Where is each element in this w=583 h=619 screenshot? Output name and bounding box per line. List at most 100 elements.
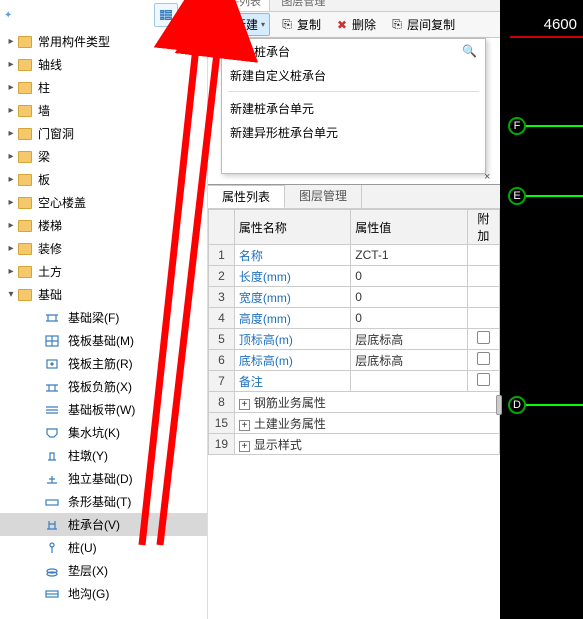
property-group-row[interactable]: 8+钢筋业务属性 (209, 392, 500, 413)
folder-icon (18, 105, 32, 117)
tab-properties[interactable]: 属性列表 (208, 185, 285, 208)
expand-icon[interactable]: ▸ (6, 128, 16, 139)
prop-value[interactable]: ZCT-1 (351, 245, 467, 266)
expand-icon[interactable]: ▸ (6, 36, 16, 47)
prop-group-name[interactable]: +土建业务属性 (234, 413, 499, 434)
row-number: 6 (209, 350, 235, 371)
copy-button[interactable]: ⎘ 复制 (276, 14, 325, 35)
list-view-button[interactable] (154, 3, 178, 27)
prop-value[interactable]: 0 (351, 266, 467, 287)
tab-layer-mgmt[interactable]: 图层管理 (273, 0, 333, 12)
grid-node-d[interactable]: D (508, 396, 526, 414)
expand-icon[interactable]: + (239, 420, 250, 431)
property-row[interactable]: 3宽度(mm)0 (209, 287, 500, 308)
property-row[interactable]: 4高度(mm)0 (209, 308, 500, 329)
collapse-icon[interactable]: ▾ (6, 289, 16, 300)
menu-item[interactable]: 新建异形桩承台单元 (222, 120, 485, 144)
tree-child-label: 独立基础(D) (68, 470, 133, 487)
tree-label: 土方 (38, 263, 62, 280)
property-group-row[interactable]: 15+土建业务属性 (209, 413, 500, 434)
tab-component-list[interactable]: 构件列表 (208, 0, 270, 12)
tab-layers[interactable]: 图层管理 (285, 185, 362, 208)
property-row[interactable]: 5顶标高(m)层底标高 (209, 329, 500, 350)
tree-child[interactable]: 桩承台(V) (0, 513, 207, 536)
row-number: 7 (209, 371, 235, 392)
property-row[interactable]: 7备注 (209, 371, 500, 392)
tree-folder[interactable]: ▸ 土方 (0, 260, 207, 283)
menu-separator (228, 91, 479, 92)
tree-folder-basic[interactable]: ▾ 基础 (0, 283, 207, 306)
expand-icon[interactable]: ▸ (6, 59, 16, 70)
property-row[interactable]: 1名称ZCT-1 (209, 245, 500, 266)
tree-child[interactable]: 基础板带(W) (0, 398, 207, 421)
tree-folder[interactable]: ▸装修 (0, 237, 207, 260)
property-group-row[interactable]: 19+显示样式 (209, 434, 500, 455)
search-icon[interactable]: 🔍 (462, 44, 477, 58)
tree-child[interactable]: 基础梁(F) (0, 306, 207, 329)
expand-icon[interactable]: ▸ (6, 266, 16, 277)
checkbox[interactable] (477, 373, 490, 386)
prop-value[interactable] (351, 371, 467, 392)
tree-folder[interactable]: ▸常用构件类型 (0, 30, 207, 53)
expand-icon[interactable]: ▸ (6, 174, 16, 185)
prop-value[interactable]: 0 (351, 308, 467, 329)
checkbox[interactable] (477, 331, 490, 344)
prop-value[interactable]: 层底标高 (351, 350, 467, 371)
prop-group-name[interactable]: +显示样式 (234, 434, 499, 455)
prop-extra[interactable] (467, 245, 499, 266)
property-row[interactable]: 2长度(mm)0 (209, 266, 500, 287)
tree-child[interactable]: 筏板基础(M) (0, 329, 207, 352)
prop-extra[interactable] (467, 266, 499, 287)
tree-folder[interactable]: ▸柱 (0, 76, 207, 99)
tree-child[interactable]: 条形基础(T) (0, 490, 207, 513)
prop-value[interactable]: 0 (351, 287, 467, 308)
layer-copy-button[interactable]: ⎘ 层间复制 (386, 14, 459, 35)
menu-item[interactable]: 新建桩承台 🔍 (222, 39, 485, 63)
menu-item[interactable]: 新建桩承台单元 (222, 96, 485, 120)
tree-child[interactable]: 桩(U) (0, 536, 207, 559)
expand-icon[interactable]: ▸ (6, 151, 16, 162)
prop-group-name[interactable]: +钢筋业务属性 (234, 392, 499, 413)
tree-child[interactable]: 筏板负筋(X) (0, 375, 207, 398)
prop-extra[interactable] (467, 350, 499, 371)
grid-node-e[interactable]: E (508, 187, 526, 205)
tree-folder[interactable]: ▸梁 (0, 145, 207, 168)
expand-icon[interactable]: ▸ (6, 220, 16, 231)
expand-icon[interactable]: ▸ (6, 197, 16, 208)
tree-label: 梁 (38, 148, 50, 165)
expand-icon[interactable]: ▸ (6, 243, 16, 254)
checkbox[interactable] (477, 352, 490, 365)
prop-extra[interactable] (467, 287, 499, 308)
canvas-viewport[interactable]: 4600 F E D (500, 0, 583, 619)
property-row[interactable]: 6底标高(m)层底标高 (209, 350, 500, 371)
pin-icon[interactable]: ✦ (4, 10, 12, 21)
tree-folder[interactable]: ▸板 (0, 168, 207, 191)
tree-folder[interactable]: ▸空心楼盖 (0, 191, 207, 214)
new-button[interactable]: 📄 新建 ▾ (212, 13, 270, 36)
menu-item[interactable]: 新建自定义桩承台 (222, 63, 485, 87)
tree-child[interactable]: 柱墩(Y) (0, 444, 207, 467)
component-icon (44, 449, 60, 463)
tree-child[interactable]: 垫层(X) (0, 559, 207, 582)
grid-node-f[interactable]: F (508, 117, 526, 135)
expand-icon[interactable]: ▸ (6, 105, 16, 116)
tree-folder[interactable]: ▸墙 (0, 99, 207, 122)
panel-view-button[interactable] (182, 3, 206, 27)
prop-name: 名称 (234, 245, 350, 266)
tree-folder[interactable]: ▸门窗洞 (0, 122, 207, 145)
scroll-handle[interactable] (496, 395, 502, 415)
tree-folder[interactable]: ▸楼梯 (0, 214, 207, 237)
expand-icon[interactable]: + (239, 399, 250, 410)
tree-child[interactable]: 地沟(G) (0, 582, 207, 605)
delete-button[interactable]: ✖ 删除 (331, 14, 380, 35)
expand-icon[interactable]: + (239, 441, 250, 452)
expand-icon[interactable]: ▸ (6, 82, 16, 93)
tree-folder[interactable]: ▸轴线 (0, 53, 207, 76)
tree-child[interactable]: 筏板主筋(R) (0, 352, 207, 375)
prop-extra[interactable] (467, 371, 499, 392)
prop-value[interactable]: 层底标高 (351, 329, 467, 350)
tree-child[interactable]: 集水坑(K) (0, 421, 207, 444)
tree-child[interactable]: 独立基础(D) (0, 467, 207, 490)
prop-extra[interactable] (467, 308, 499, 329)
prop-extra[interactable] (467, 329, 499, 350)
